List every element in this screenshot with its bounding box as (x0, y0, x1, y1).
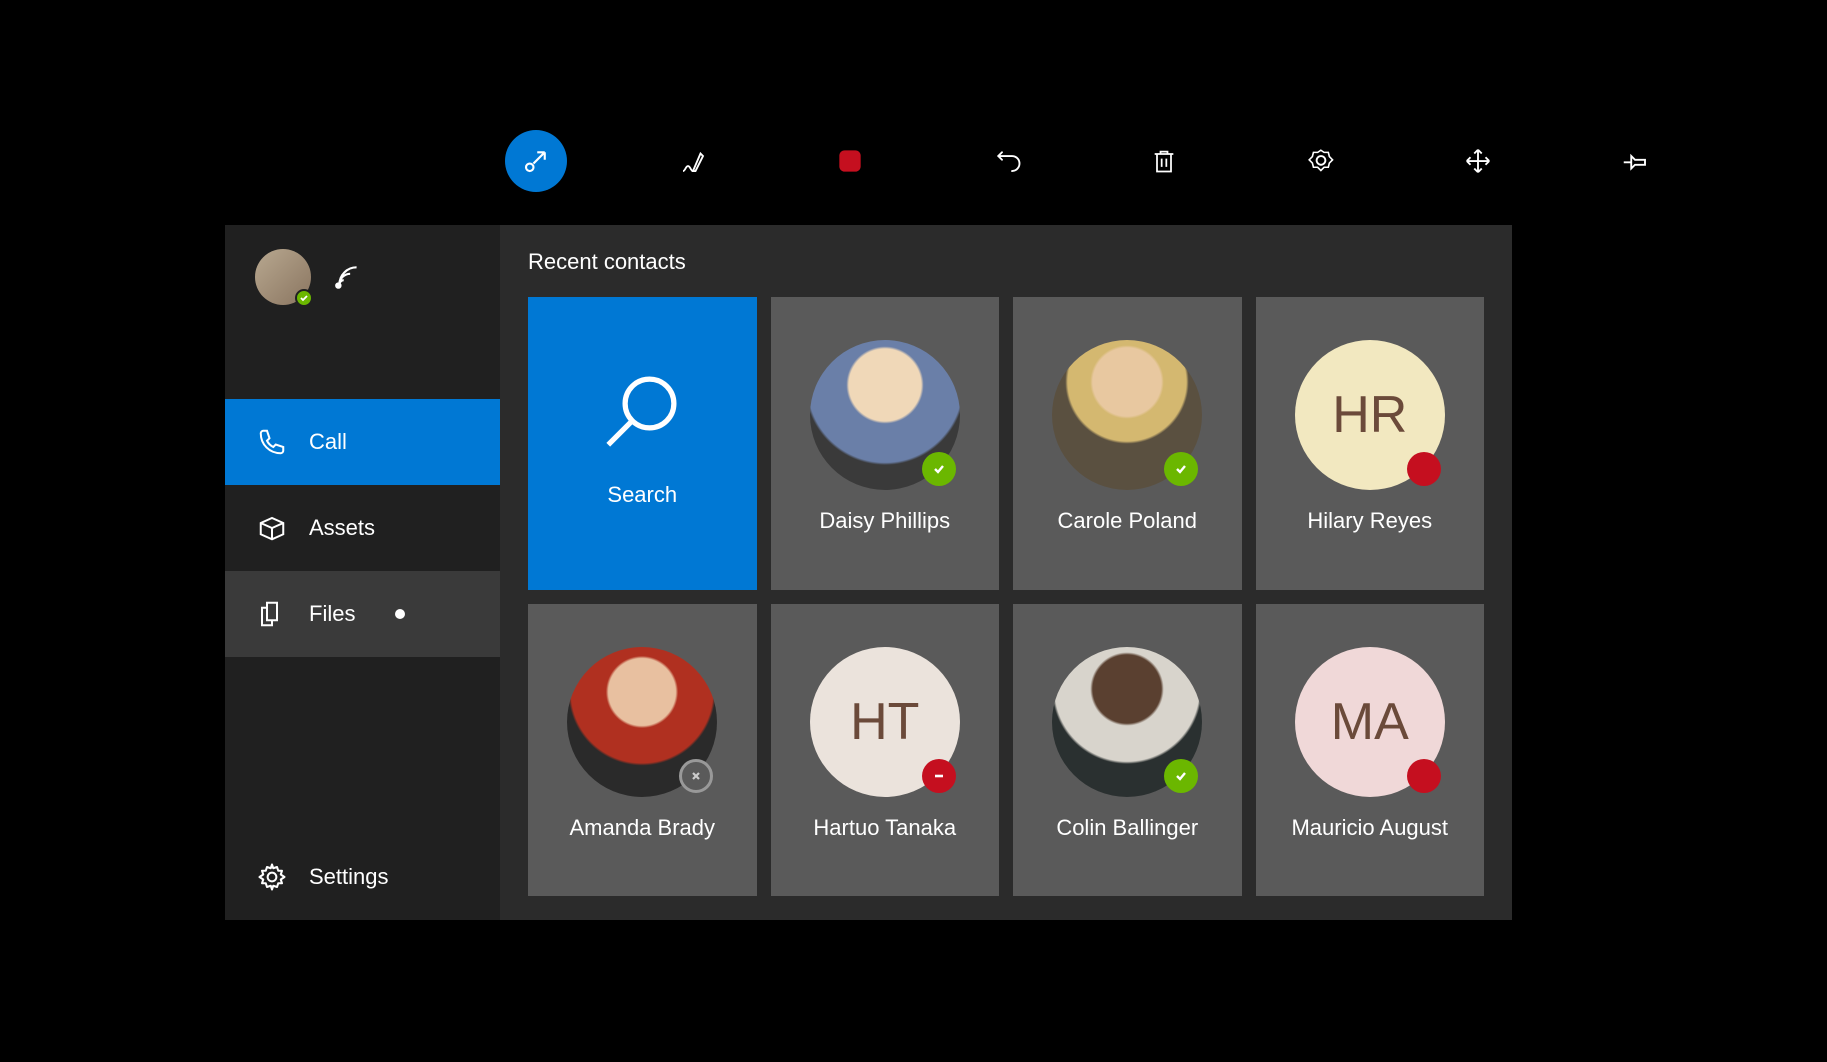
contact-name: Hilary Reyes (1307, 508, 1432, 534)
search-icon (597, 366, 687, 456)
toolbar (505, 130, 1666, 192)
section-title: Recent contacts (528, 249, 1484, 275)
gear-icon (257, 862, 287, 892)
presence-available (922, 452, 956, 486)
contact-avatar: HR (1295, 340, 1445, 490)
presence-dnd (922, 759, 956, 793)
contacts-grid: Search Daisy Phillips Caro (528, 297, 1484, 896)
contact-avatar (1052, 647, 1202, 797)
trash-button[interactable] (1133, 130, 1195, 192)
files-icon (257, 599, 287, 629)
contact-tile[interactable]: Colin Ballinger (1013, 604, 1242, 897)
undo-button[interactable] (976, 130, 1038, 192)
contact-avatar: HT (810, 647, 960, 797)
presence-offline (679, 759, 713, 793)
pin-icon (1620, 146, 1650, 176)
sidebar: Call Assets Files Se (225, 225, 500, 920)
contact-avatar: MA (1295, 647, 1445, 797)
presence-available (1164, 759, 1198, 793)
tile-label: Search (607, 482, 677, 508)
presence-busy (1407, 759, 1441, 793)
contact-name: Daisy Phillips (819, 508, 950, 534)
contact-tile[interactable]: HT Hartuo Tanaka (771, 604, 1000, 897)
nav-label: Files (309, 601, 355, 627)
record-button[interactable] (819, 130, 881, 192)
user-avatar[interactable] (255, 249, 311, 305)
contact-tile[interactable]: Amanda Brady (528, 604, 757, 897)
contact-tile[interactable]: HR Hilary Reyes (1256, 297, 1485, 590)
collapse-button[interactable] (505, 130, 567, 192)
trash-icon (1150, 147, 1178, 175)
nav-label: Settings (309, 864, 389, 890)
contact-name: Hartuo Tanaka (813, 815, 956, 841)
box-icon (257, 513, 287, 543)
collapse-icon (521, 146, 551, 176)
app-window: Call Assets Files Se (225, 225, 1512, 920)
notification-dot (395, 609, 405, 619)
pen-button[interactable] (662, 130, 724, 192)
nav-item-assets[interactable]: Assets (225, 485, 500, 571)
contact-tile[interactable]: Carole Poland (1013, 297, 1242, 590)
nav-item-files[interactable]: Files (225, 571, 500, 657)
contact-name: Amanda Brady (569, 815, 715, 841)
contact-tile[interactable]: Daisy Phillips (771, 297, 1000, 590)
move-button[interactable] (1447, 130, 1509, 192)
undo-icon (992, 146, 1022, 176)
move-icon (1463, 146, 1493, 176)
contact-avatar (810, 340, 960, 490)
user-status-badge (295, 289, 313, 307)
profile-area[interactable] (225, 225, 500, 329)
pin-button[interactable] (1604, 130, 1666, 192)
contact-tile[interactable]: MA Mauricio August (1256, 604, 1485, 897)
contact-avatar (567, 647, 717, 797)
contact-name: Mauricio August (1291, 815, 1448, 841)
contact-avatar (1052, 340, 1202, 490)
phone-icon (257, 427, 287, 457)
main-panel: Recent contacts Search Daisy Phillips (500, 225, 1512, 920)
nav-item-call[interactable]: Call (225, 399, 500, 485)
pen-icon (678, 146, 708, 176)
presence-available (1164, 452, 1198, 486)
badge-icon (1306, 146, 1336, 176)
record-icon (834, 145, 866, 177)
nav-label: Call (309, 429, 347, 455)
nav-item-settings[interactable]: Settings (225, 834, 500, 920)
wifi-icon (333, 264, 363, 290)
contact-name: Colin Ballinger (1056, 815, 1198, 841)
presence-busy (1407, 452, 1441, 486)
nav: Call Assets Files Se (225, 399, 500, 920)
badge-button[interactable] (1290, 130, 1352, 192)
contact-name: Carole Poland (1058, 508, 1197, 534)
search-tile[interactable]: Search (528, 297, 757, 590)
nav-label: Assets (309, 515, 375, 541)
